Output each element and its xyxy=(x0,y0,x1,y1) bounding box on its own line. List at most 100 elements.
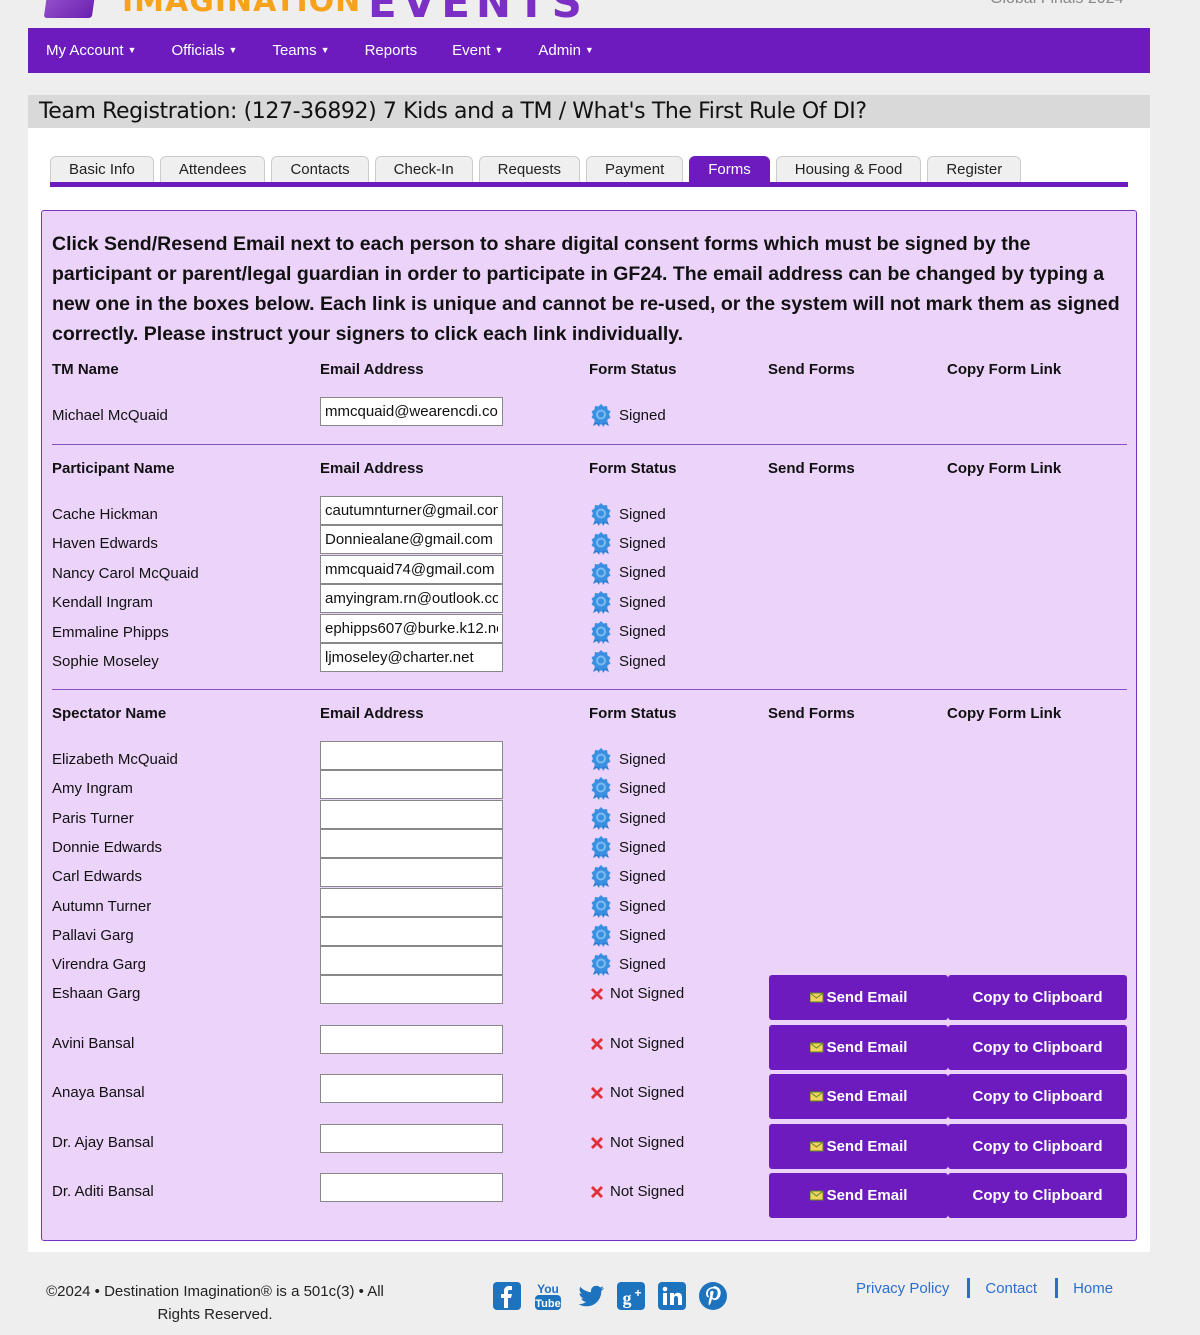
person-name: Nancy Carol McQuaid xyxy=(52,564,199,582)
form-status: Signed xyxy=(589,835,666,859)
nav-label: Event xyxy=(452,42,491,59)
email-field[interactable] xyxy=(320,584,503,614)
email-field[interactable] xyxy=(320,554,503,584)
email-field[interactable] xyxy=(320,525,503,555)
copy-to-clipboard-button[interactable]: Copy to Clipboard xyxy=(948,1074,1127,1119)
nav-event[interactable]: Event ▼ xyxy=(452,42,503,59)
copy-to-clipboard-button[interactable]: Copy to Clipboard xyxy=(948,1173,1127,1218)
signed-badge-icon xyxy=(591,404,611,427)
column-header-email: Email Address xyxy=(320,361,424,378)
tab-requests[interactable]: Requests xyxy=(478,156,581,182)
email-field[interactable] xyxy=(320,917,503,946)
form-status: Signed xyxy=(589,502,666,526)
twitter-icon[interactable] xyxy=(574,1280,606,1317)
email-field[interactable] xyxy=(320,1074,503,1103)
person-name: Kendall Ingram xyxy=(52,594,153,612)
email-field[interactable] xyxy=(320,770,503,799)
linkedin-icon[interactable] xyxy=(656,1280,688,1317)
email-field[interactable] xyxy=(320,800,503,829)
email-field[interactable] xyxy=(320,829,503,858)
email-field[interactable] xyxy=(320,397,503,426)
twitter-icon-graphic xyxy=(578,1285,604,1307)
google-plus-icon-graphic: g + xyxy=(617,1282,645,1310)
event-name: Global Finals 2024 xyxy=(990,0,1123,8)
pinterest-icon[interactable] xyxy=(697,1280,729,1317)
tab-payment[interactable]: Payment xyxy=(586,156,684,182)
status-text: Signed xyxy=(619,897,666,915)
email-field[interactable] xyxy=(320,643,503,672)
facebook-icon[interactable] xyxy=(491,1280,523,1317)
email-field[interactable] xyxy=(320,975,503,1004)
svg-text:You: You xyxy=(537,1282,559,1296)
signed-badge-icon xyxy=(591,561,611,585)
tab-housing-food[interactable]: Housing & Food xyxy=(775,156,922,182)
email-field[interactable] xyxy=(320,858,503,887)
copy-to-clipboard-button[interactable]: Copy to Clipboard xyxy=(948,1025,1127,1070)
signed-badge-icon xyxy=(591,777,611,800)
footer-link-privacy-policy[interactable]: Privacy Policy xyxy=(856,1280,949,1297)
youtube-icon[interactable]: You Tube xyxy=(532,1280,564,1317)
tab-forms[interactable]: Forms xyxy=(689,156,770,182)
envelope-icon xyxy=(809,1091,824,1102)
email-field[interactable] xyxy=(320,741,503,770)
email-field[interactable] xyxy=(320,496,503,525)
tab-contacts[interactable]: Contacts xyxy=(271,156,369,182)
email-field[interactable] xyxy=(320,946,503,975)
email-field[interactable] xyxy=(320,1173,503,1202)
status-text: Not Signed xyxy=(610,985,685,1002)
column-header-copy: Copy Form Link xyxy=(947,705,1062,722)
envelope-icon xyxy=(809,1042,824,1053)
send-email-button[interactable]: Send Email xyxy=(769,1124,948,1169)
section-divider xyxy=(52,689,1127,690)
tab-underline xyxy=(50,182,1128,187)
person-name: Virendra Garg xyxy=(52,956,146,973)
send-email-label: Send Email xyxy=(826,1088,908,1105)
form-status: Signed xyxy=(589,952,666,976)
nav-reports[interactable]: Reports xyxy=(365,42,418,59)
nav-officials[interactable]: Officials ▼ xyxy=(171,42,237,59)
signed-badge-icon xyxy=(591,650,611,673)
linkedin-icon-graphic xyxy=(658,1282,686,1310)
status-text: Signed xyxy=(619,564,666,582)
tab-attendees[interactable]: Attendees xyxy=(159,156,266,182)
send-email-button[interactable]: Send Email xyxy=(769,1173,948,1218)
footer-links: Privacy Policy Contact Home xyxy=(856,1278,1113,1298)
signed-badge-icon xyxy=(591,620,611,644)
main-navbar: My Account ▼ Officials ▼ Teams ▼ Reports Event ▼… xyxy=(28,28,1150,73)
footer-link-contact[interactable]: Contact xyxy=(985,1280,1037,1297)
nav-admin[interactable]: Admin ▼ xyxy=(538,42,593,59)
nav-my-account[interactable]: My Account ▼ xyxy=(46,42,136,59)
column-header-email: Email Address xyxy=(320,460,424,477)
send-email-button[interactable]: Send Email xyxy=(769,1025,948,1070)
email-field[interactable] xyxy=(320,1025,503,1054)
column-header-name: Spectator Name xyxy=(52,705,167,722)
send-email-button[interactable]: Send Email xyxy=(769,975,948,1020)
email-field[interactable] xyxy=(320,888,503,917)
nav-label: Reports xyxy=(364,42,418,59)
tab-register[interactable]: Register xyxy=(927,156,1022,182)
send-email-label: Send Email xyxy=(826,1039,908,1056)
copy-label: Copy to Clipboard xyxy=(972,1039,1103,1056)
column-header-send: Send Forms xyxy=(768,361,855,378)
column-header-send: Send Forms xyxy=(768,705,855,722)
column-header-name: TM Name xyxy=(52,361,119,378)
copy-to-clipboard-button[interactable]: Copy to Clipboard xyxy=(948,1124,1127,1169)
copy-to-clipboard-button[interactable]: Copy to Clipboard xyxy=(948,975,1127,1020)
signed-badge-icon xyxy=(591,532,611,556)
tab-basic-info[interactable]: Basic Info xyxy=(50,156,154,182)
footer-link-home[interactable]: Home xyxy=(1073,1280,1113,1297)
tab-check-in[interactable]: Check-In xyxy=(374,156,473,182)
email-field[interactable] xyxy=(320,1124,503,1153)
nav-teams[interactable]: Teams ▼ xyxy=(272,42,329,59)
person-name: Sophie Moseley xyxy=(52,653,159,670)
person-name: Pallavi Garg xyxy=(52,927,134,944)
column-header-send: Send Forms xyxy=(768,460,855,477)
status-text: Signed xyxy=(619,623,666,641)
google-plus-icon[interactable]: g + xyxy=(615,1280,647,1317)
send-email-button[interactable]: Send Email xyxy=(769,1074,948,1119)
person-name: Dr. Aditi Bansal xyxy=(52,1183,154,1200)
form-status: Not Signed xyxy=(589,1035,684,1052)
email-field[interactable] xyxy=(320,613,503,643)
status-text: Not Signed xyxy=(610,1183,685,1200)
not-signed-x-icon xyxy=(591,1037,603,1050)
